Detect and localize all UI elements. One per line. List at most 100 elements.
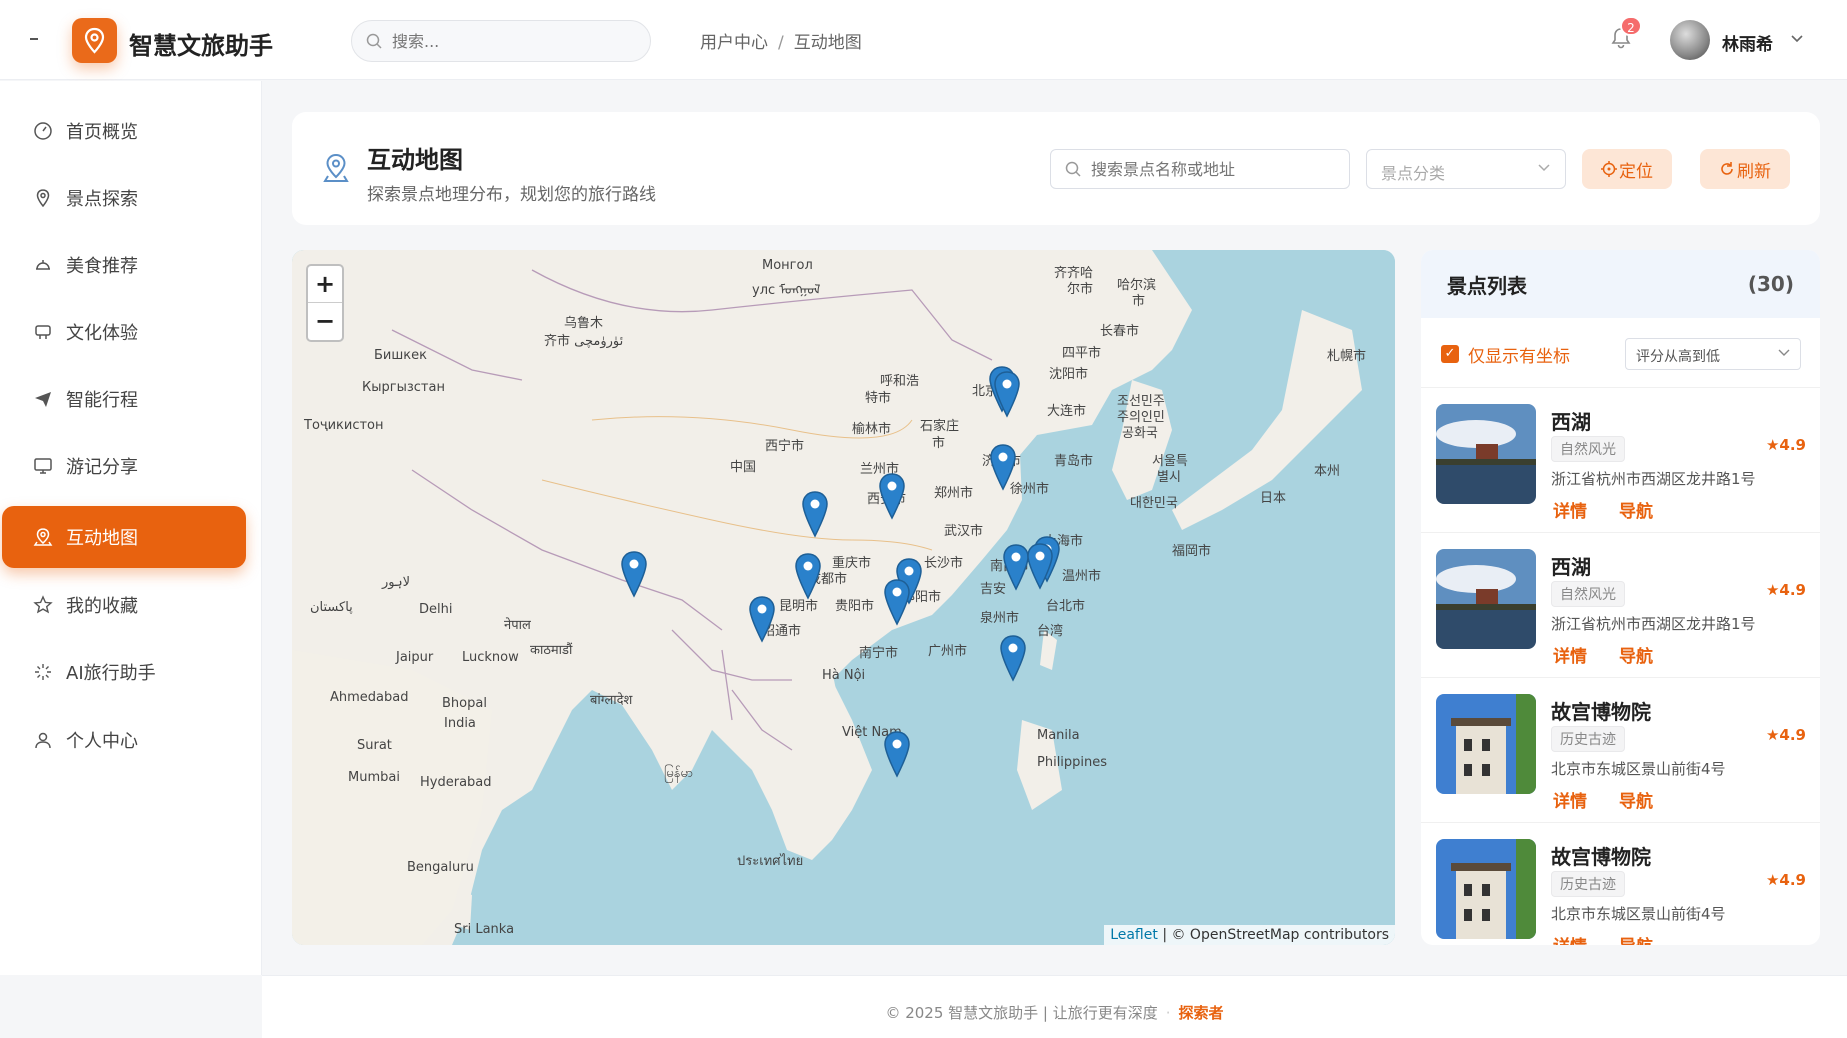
breadcrumb-separator: / xyxy=(778,33,784,53)
map-label: Кыргызстан xyxy=(362,380,445,395)
map-marker[interactable] xyxy=(998,634,1028,682)
map-label: 温州市 xyxy=(1062,569,1102,584)
attraction-list-panel: 景点列表 (30) ✓ 仅显示有坐标 评分从高到低 西湖 自然风光 ★4.9 浙… xyxy=(1421,250,1820,945)
map-marker[interactable] xyxy=(882,578,912,626)
breadcrumb-user-center[interactable]: 用户中心 xyxy=(700,33,768,53)
sidebar-item-label: 首页概览 xyxy=(66,122,138,143)
map-label: 本州 xyxy=(1314,464,1341,479)
map-label: 贵阳市 xyxy=(835,599,875,614)
paper-plane-icon xyxy=(35,392,51,407)
map-label: 札幌市 xyxy=(1327,349,1367,364)
map-label: 大连市 xyxy=(1047,404,1087,419)
sidebar-item-label: 个人中心 xyxy=(66,731,138,752)
refresh-icon xyxy=(1721,162,1733,175)
zoom-out-button[interactable]: − xyxy=(308,303,342,340)
map-marker[interactable] xyxy=(877,472,907,520)
avatar[interactable] xyxy=(1670,20,1710,60)
sort-select-value: 评分从高到低 xyxy=(1636,349,1720,365)
navigate-link[interactable]: 导航 xyxy=(1619,497,1653,522)
sidebar-item-travelogue[interactable]: 游记分享 xyxy=(2,435,246,497)
monitor-icon xyxy=(34,458,52,474)
refresh-button[interactable]: 刷新 xyxy=(1700,149,1790,189)
map-marker[interactable] xyxy=(992,370,1022,418)
map-label: မြန်မာ xyxy=(664,766,694,781)
sidebar-item-label: 文化体验 xyxy=(66,323,138,344)
map-label: 市 xyxy=(1132,294,1146,309)
map-label: ประเทศไทย xyxy=(737,854,804,869)
attraction-search-input[interactable] xyxy=(1091,158,1341,180)
map-marker[interactable] xyxy=(882,730,912,778)
search-icon xyxy=(366,33,382,49)
footer: © 2025 智慧文旅助手 | 让旅行更有深度 · 探索者 xyxy=(262,975,1847,1038)
sidebar-item-food[interactable]: 美食推荐 xyxy=(2,234,246,296)
star-icon: ★ xyxy=(1765,581,1780,599)
map-label: 四平市 xyxy=(1062,346,1102,361)
footer-accent[interactable]: 探索者 xyxy=(1179,1004,1224,1022)
coords-only-label[interactable]: 仅显示有坐标 xyxy=(1468,342,1570,367)
sidebar-item-itinerary[interactable]: 智能行程 xyxy=(2,368,246,430)
map-label: 长春市 xyxy=(1100,324,1140,339)
map-marker[interactable] xyxy=(619,550,649,598)
zoom-in-button[interactable]: + xyxy=(308,266,342,303)
map-marker[interactable] xyxy=(1025,542,1055,590)
user-icon xyxy=(35,732,51,749)
sidebar-item-attractions[interactable]: 景点探索 xyxy=(2,167,246,229)
map-label: Bhopal xyxy=(442,696,487,711)
list-item[interactable]: 西湖 自然风光 ★4.9 浙江省杭州市西湖区龙井路1号 详情 导航 xyxy=(1421,388,1820,533)
map-label: Тоҷикистон xyxy=(304,418,384,433)
panel-count: (30) xyxy=(1747,272,1794,296)
sidebar-item-profile[interactable]: 个人中心 xyxy=(2,709,246,771)
detail-link[interactable]: 详情 xyxy=(1553,497,1587,522)
attraction-address: 北京市东城区景山前街4号 xyxy=(1551,905,1726,923)
map-label: 榆林市 xyxy=(852,422,892,437)
attraction-search[interactable] xyxy=(1050,149,1350,189)
sort-select[interactable]: 评分从高到低 xyxy=(1625,338,1801,370)
detail-link[interactable]: 详情 xyxy=(1553,932,1587,945)
sidebar-item-home[interactable]: 首页概览 xyxy=(2,100,246,162)
map-label: Philippines xyxy=(1037,755,1108,770)
detail-link[interactable]: 详情 xyxy=(1553,787,1587,812)
attraction-name: 西湖 xyxy=(1551,410,1591,434)
top-header: 智慧文旅助手 用户中心 / 互动地图 2 林雨希 xyxy=(0,0,1847,80)
map-marker[interactable] xyxy=(800,490,830,538)
global-search-input[interactable] xyxy=(392,30,632,52)
map-label: Lucknow xyxy=(462,650,519,665)
map-label: India xyxy=(444,716,476,731)
attraction-thumbnail xyxy=(1436,404,1536,504)
map-marker[interactable] xyxy=(988,443,1018,491)
interactive-map[interactable]: + − Монгол улс ᠮᠣᠩᠭᠣᠯ 乌鲁木 齐市 ئۈرۈمچی Биш… xyxy=(292,250,1395,945)
map-marker[interactable] xyxy=(793,552,823,600)
chevron-down-icon[interactable] xyxy=(1790,34,1804,44)
sidebar-toggle-button[interactable] xyxy=(30,38,38,40)
detail-link[interactable]: 详情 xyxy=(1553,642,1587,667)
locate-button[interactable]: 定位 xyxy=(1582,149,1672,189)
sidebar-item-map[interactable]: 互动地图 xyxy=(2,506,246,568)
sidebar-item-label: 游记分享 xyxy=(66,457,138,478)
navigate-link[interactable]: 导航 xyxy=(1619,787,1653,812)
list-item[interactable]: 故宫博物院 历史古迹 ★4.9 北京市东城区景山前街4号 详情 导航 xyxy=(1421,823,1820,945)
sidebar-item-favorites[interactable]: 我的收藏 xyxy=(2,574,246,636)
map-label: 台北市 xyxy=(1046,599,1086,614)
map-marker[interactable] xyxy=(747,595,777,643)
navigate-link[interactable]: 导航 xyxy=(1619,642,1653,667)
category-select[interactable]: 景点分类 xyxy=(1366,149,1566,189)
navigate-link[interactable]: 导航 xyxy=(1619,932,1653,945)
breadcrumb: 用户中心 / 互动地图 xyxy=(700,28,862,53)
global-search[interactable] xyxy=(351,20,651,62)
leaflet-link[interactable]: Leaflet xyxy=(1110,927,1158,943)
attraction-rating: ★4.9 xyxy=(1765,871,1806,889)
list-item[interactable]: 故宫博物院 历史古迹 ★4.9 北京市东城区景山前街4号 详情 导航 xyxy=(1421,678,1820,823)
username[interactable]: 林雨希 xyxy=(1722,30,1773,55)
refresh-button-label: 刷新 xyxy=(1737,161,1771,182)
coords-only-checkbox[interactable]: ✓ xyxy=(1441,345,1459,363)
app-logo xyxy=(72,18,117,63)
footer-separator: · xyxy=(1165,1004,1171,1022)
sidebar-item-ai-assistant[interactable]: AI旅行助手 xyxy=(2,641,246,703)
sidebar-item-culture[interactable]: 文化体验 xyxy=(2,301,246,363)
map-label: Manila xyxy=(1037,728,1080,743)
map-label: Bengaluru xyxy=(407,860,474,875)
attraction-name: 故宫博物院 xyxy=(1551,845,1651,869)
map-label: 南宁市 xyxy=(859,646,899,661)
map-label: Mumbai xyxy=(348,770,400,785)
list-item[interactable]: 西湖 自然风光 ★4.9 浙江省杭州市西湖区龙井路1号 详情 导航 xyxy=(1421,533,1820,678)
